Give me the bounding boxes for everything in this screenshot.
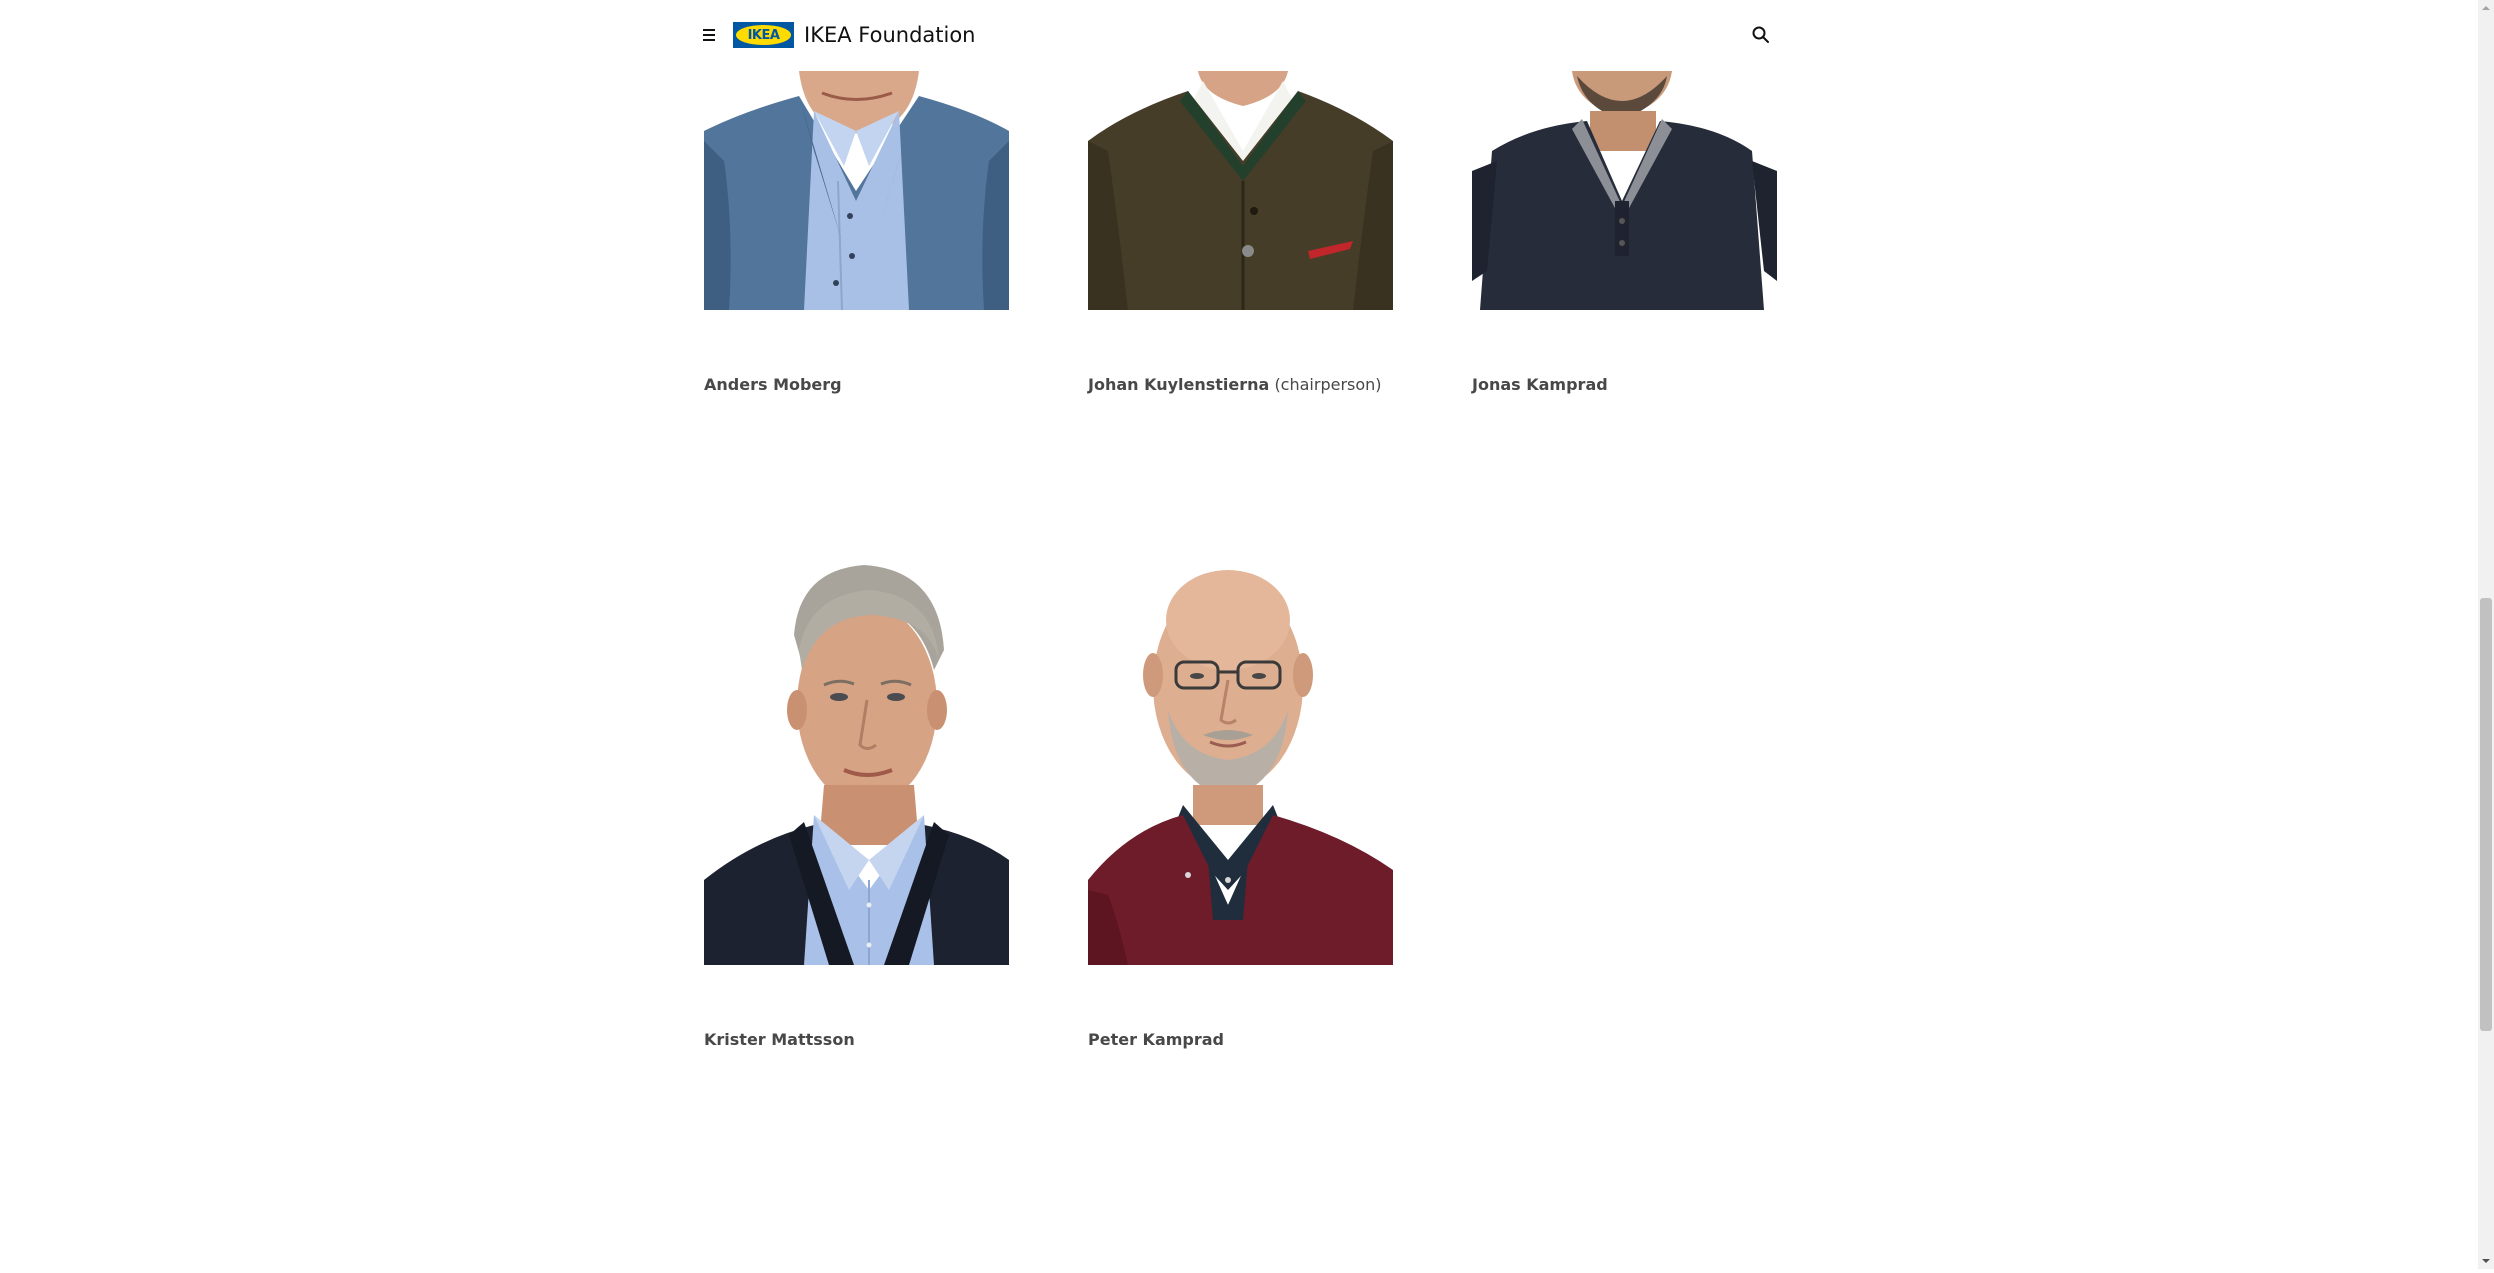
scroll-down-arrow-icon[interactable] [2478, 1253, 2494, 1269]
portrait-photo [1472, 71, 1777, 310]
member-name-card: Jonas Kamprad [1472, 374, 1608, 396]
logo-text: IKEA [747, 27, 780, 43]
menu-icon[interactable] [698, 23, 722, 47]
member-name-card: Peter Kamprad [1088, 1029, 1224, 1051]
portrait-photo [704, 560, 1009, 965]
portrait-photo [1088, 560, 1393, 965]
member-name: Peter Kamprad [1088, 1030, 1224, 1049]
scroll-up-arrow-icon[interactable] [2478, 0, 2494, 16]
member-role: (chairperson) [1274, 375, 1382, 394]
scrollbar-thumb[interactable] [2480, 598, 2492, 1031]
portrait-photo [1088, 71, 1393, 310]
vertical-scrollbar[interactable] [2478, 0, 2494, 1269]
ikea-logo[interactable]: IKEA [733, 22, 794, 48]
member-name-card: Krister Mattsson [704, 1029, 855, 1051]
portrait-photo [704, 71, 1009, 310]
site-header: IKEA IKEA Foundation [0, 0, 2478, 71]
member-name-card: Johan Kuylenstierna (chairperson) [1088, 374, 1382, 396]
member-name: Anders Moberg [704, 375, 842, 394]
site-title[interactable]: IKEA Foundation [804, 20, 976, 50]
member-name: Johan Kuylenstierna [1088, 375, 1270, 394]
member-name: Krister Mattsson [704, 1030, 855, 1049]
search-icon[interactable] [1748, 22, 1774, 48]
member-name-card: Anders Moberg [704, 374, 842, 396]
member-name: Jonas Kamprad [1472, 375, 1608, 394]
logo-oval: IKEA [736, 25, 791, 45]
